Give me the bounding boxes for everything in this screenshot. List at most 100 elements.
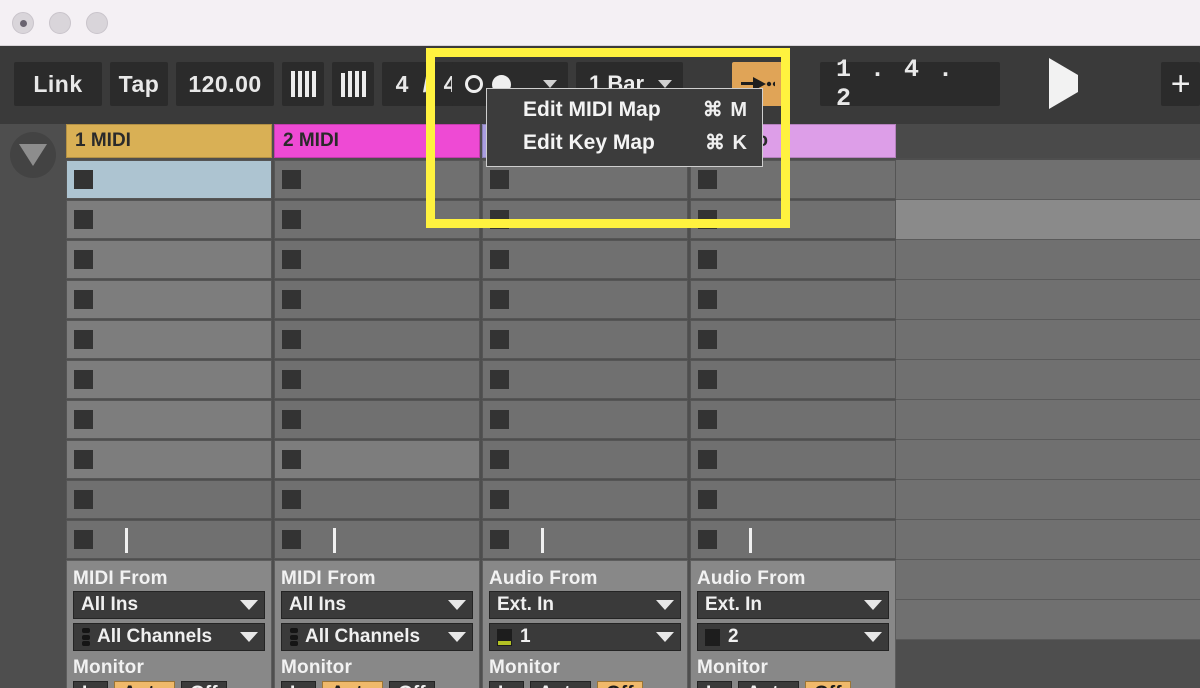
clip-slot[interactable] bbox=[690, 320, 896, 359]
context-menu[interactable]: Edit MIDI Map ⌘ M Edit Key Map ⌘ K bbox=[486, 88, 763, 167]
clip-stop-button[interactable] bbox=[74, 210, 93, 229]
clip-stop-button[interactable] bbox=[490, 410, 509, 429]
monitor-off-button[interactable]: Off bbox=[805, 681, 851, 688]
io-from-selector[interactable]: Ext. In bbox=[697, 591, 889, 619]
clip-stop-button[interactable] bbox=[282, 290, 301, 309]
clip-stop-button[interactable] bbox=[490, 490, 509, 509]
clip-slot[interactable] bbox=[66, 240, 272, 279]
master-scene-row[interactable] bbox=[896, 240, 1200, 280]
track-stop-button[interactable] bbox=[698, 530, 717, 549]
clip-stop-button[interactable] bbox=[282, 330, 301, 349]
master-scene-row[interactable] bbox=[896, 600, 1200, 640]
track-stop-row[interactable] bbox=[66, 520, 272, 559]
clip-slot[interactable] bbox=[482, 440, 688, 479]
close-button[interactable] bbox=[12, 12, 34, 34]
link-button[interactable]: Link bbox=[14, 62, 102, 106]
monitor-off-button[interactable]: Off bbox=[389, 681, 435, 688]
io-channel-selector[interactable]: 2 bbox=[697, 623, 889, 651]
master-scene-row[interactable] bbox=[896, 280, 1200, 320]
clip-stop-button[interactable] bbox=[74, 490, 93, 509]
clip-slot[interactable] bbox=[690, 280, 896, 319]
master-scene-row[interactable] bbox=[896, 160, 1200, 200]
clip-stop-button[interactable] bbox=[490, 330, 509, 349]
clip-stop-button[interactable] bbox=[282, 170, 301, 189]
chevron-down-icon[interactable] bbox=[658, 80, 673, 88]
clip-slot[interactable] bbox=[274, 360, 480, 399]
clip-stop-button[interactable] bbox=[490, 170, 509, 189]
monitor-in-button[interactable]: In bbox=[697, 681, 732, 688]
clip-stop-button[interactable] bbox=[698, 330, 717, 349]
monitor-auto-button[interactable]: Auto bbox=[113, 681, 176, 688]
clip-stop-button[interactable] bbox=[698, 450, 717, 469]
clip-stop-button[interactable] bbox=[698, 370, 717, 389]
clip-slot[interactable] bbox=[482, 240, 688, 279]
track-stop-button[interactable] bbox=[74, 530, 93, 549]
clip-stop-button[interactable] bbox=[490, 250, 509, 269]
playback-position-display[interactable]: 1 . 4 . 2 bbox=[820, 55, 1000, 113]
track-header-2[interactable]: 2 MIDI bbox=[274, 124, 480, 158]
clip-stop-button[interactable] bbox=[74, 370, 93, 389]
show-hide-browser-button[interactable] bbox=[10, 132, 56, 178]
track-stop-row[interactable] bbox=[482, 520, 688, 559]
maximize-button[interactable] bbox=[86, 12, 108, 34]
clip-slot[interactable] bbox=[66, 280, 272, 319]
clip-slot[interactable] bbox=[482, 400, 688, 439]
clip-stop-button[interactable] bbox=[282, 490, 301, 509]
master-scene-row[interactable] bbox=[896, 520, 1200, 560]
clip-slot[interactable] bbox=[66, 480, 272, 519]
monitor-auto-button[interactable]: Auto bbox=[321, 681, 384, 688]
clip-stop-button[interactable] bbox=[490, 450, 509, 469]
clip-stop-button[interactable] bbox=[282, 210, 301, 229]
clip-slot[interactable] bbox=[690, 200, 896, 239]
clip-stop-button[interactable] bbox=[490, 370, 509, 389]
io-channel-selector[interactable]: 1 bbox=[489, 623, 681, 651]
clip-slot[interactable] bbox=[274, 200, 480, 239]
clip-stop-button[interactable] bbox=[698, 290, 717, 309]
master-scene-row[interactable] bbox=[896, 200, 1200, 240]
clip-slot[interactable] bbox=[274, 240, 480, 279]
groove-bars-icon[interactable] bbox=[332, 62, 374, 106]
io-channel-selector[interactable]: All Channels bbox=[73, 623, 265, 651]
clip-slot[interactable] bbox=[66, 400, 272, 439]
clip-slot[interactable] bbox=[66, 360, 272, 399]
clip-stop-button[interactable] bbox=[74, 250, 93, 269]
master-scene-row[interactable] bbox=[896, 560, 1200, 600]
clip-slot[interactable] bbox=[274, 280, 480, 319]
clip-slot[interactable] bbox=[274, 440, 480, 479]
clip-stop-button[interactable] bbox=[490, 210, 509, 229]
clip-stop-button[interactable] bbox=[282, 410, 301, 429]
monitor-in-button[interactable]: In bbox=[281, 681, 316, 688]
master-scene-row[interactable] bbox=[896, 400, 1200, 440]
clip-slot[interactable] bbox=[66, 320, 272, 359]
clip-stop-button[interactable] bbox=[282, 370, 301, 389]
clip-slot[interactable] bbox=[690, 360, 896, 399]
clip-slot[interactable] bbox=[482, 320, 688, 359]
clip-slot[interactable] bbox=[690, 480, 896, 519]
clip-slot[interactable] bbox=[274, 480, 480, 519]
clip-stop-button[interactable] bbox=[74, 170, 93, 189]
clip-stop-button[interactable] bbox=[698, 410, 717, 429]
chevron-down-icon[interactable] bbox=[543, 80, 557, 88]
clip-slot[interactable] bbox=[274, 400, 480, 439]
clip-slot[interactable] bbox=[690, 440, 896, 479]
clip-slot[interactable] bbox=[482, 200, 688, 239]
tempo-field[interactable]: 120.00 bbox=[176, 62, 274, 106]
tap-tempo-button[interactable]: Tap bbox=[110, 62, 168, 106]
clip-slot[interactable] bbox=[66, 200, 272, 239]
clip-stop-button[interactable] bbox=[698, 490, 717, 509]
monitor-in-button[interactable]: In bbox=[73, 681, 108, 688]
add-track-button[interactable]: + bbox=[1161, 62, 1200, 106]
clip-stop-button[interactable] bbox=[698, 250, 717, 269]
master-scene-row[interactable] bbox=[896, 440, 1200, 480]
io-from-selector[interactable]: Ext. In bbox=[489, 591, 681, 619]
clip-slot[interactable] bbox=[274, 320, 480, 359]
io-from-selector[interactable]: All Ins bbox=[281, 591, 473, 619]
track-stop-row[interactable] bbox=[274, 520, 480, 559]
clip-slot[interactable] bbox=[690, 400, 896, 439]
clip-stop-button[interactable] bbox=[74, 330, 93, 349]
clip-slot[interactable] bbox=[690, 240, 896, 279]
clip-stop-button[interactable] bbox=[74, 410, 93, 429]
context-menu-item[interactable]: Edit MIDI Map ⌘ M bbox=[487, 94, 762, 127]
master-scene-row[interactable] bbox=[896, 480, 1200, 520]
master-scene-row[interactable] bbox=[896, 360, 1200, 400]
